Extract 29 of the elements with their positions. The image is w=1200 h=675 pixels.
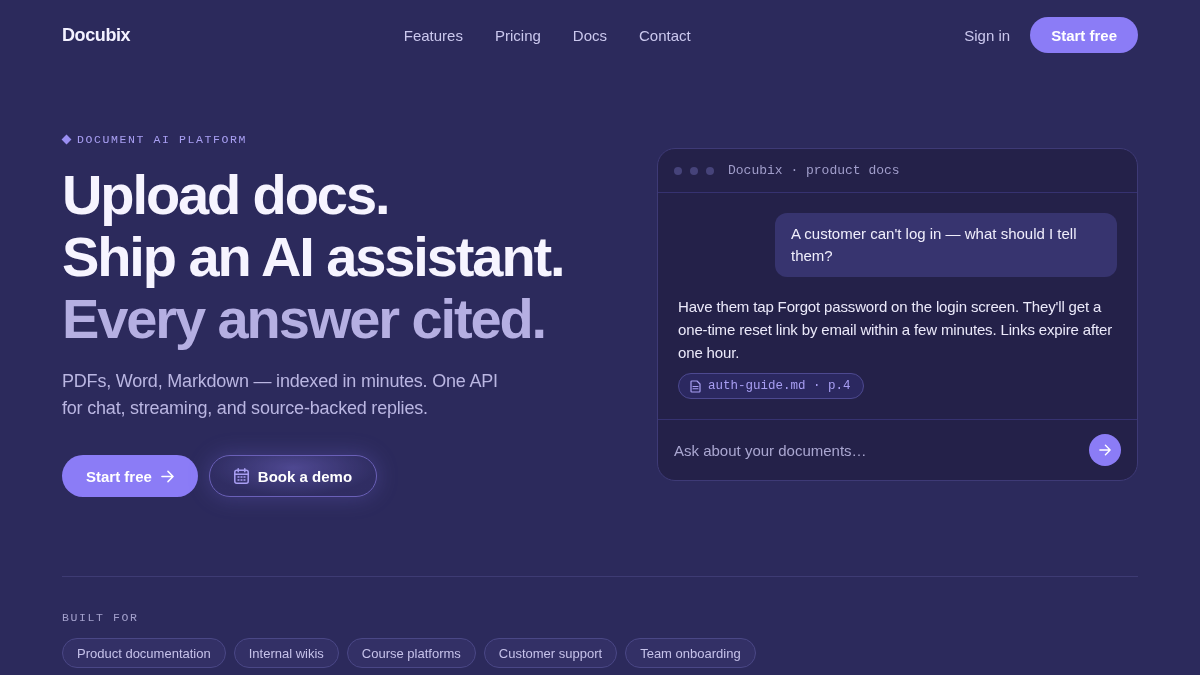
book-demo-button[interactable]: Book a demo (208, 455, 378, 497)
window-dots-icon (674, 166, 714, 175)
arrow-right-icon (160, 469, 174, 483)
send-button[interactable] (1089, 434, 1121, 466)
nav-link[interactable]: Contact (639, 26, 691, 44)
logo-text[interactable]: Docubix (62, 24, 131, 46)
use-case-tag: Team onboarding (625, 638, 756, 668)
citation-chip[interactable]: auth-guide.md · p.4 (678, 373, 864, 399)
assistant-answer-text: Have them tap Forgot password on the login screen. They'll get a one-time reset link by email within a few minutes. Links expire after one hour. (678, 297, 1113, 363)
nav-link[interactable]: Docs (572, 26, 607, 44)
headline-line: Every answer cited. (62, 288, 546, 350)
chat-title: Docubix · product docs (728, 163, 900, 178)
user-message-bubble: A customer can't log in — what should I tell them? (775, 213, 1117, 277)
arrow-right-icon (1099, 444, 1111, 456)
use-case-tag: Internal wikis (233, 638, 339, 668)
section-label: BUILT FOR (62, 611, 139, 624)
headline-line: Ship an AI assistant. (62, 226, 564, 288)
headline-line: Upload docs. (62, 164, 389, 226)
sign-in-link[interactable]: Sign in (964, 26, 1011, 44)
nav-link[interactable]: Pricing (494, 26, 541, 44)
use-case-tag: Product documentation (62, 638, 226, 668)
eyebrow-text: DOCUMENT AI PLATFORM (77, 132, 248, 146)
document-icon (690, 379, 701, 393)
calendar-icon (233, 468, 249, 484)
use-case-tag: Customer support (483, 638, 618, 668)
hero-subtitle: PDFs, Word, Markdown — indexed in minutes. One API for chat, streaming, and source-backed replies. (62, 370, 499, 420)
chat-input-field[interactable]: Ask about your documents… (674, 434, 1077, 466)
nav-link[interactable]: Features (403, 26, 463, 44)
use-case-tag: Course platforms (346, 638, 476, 668)
